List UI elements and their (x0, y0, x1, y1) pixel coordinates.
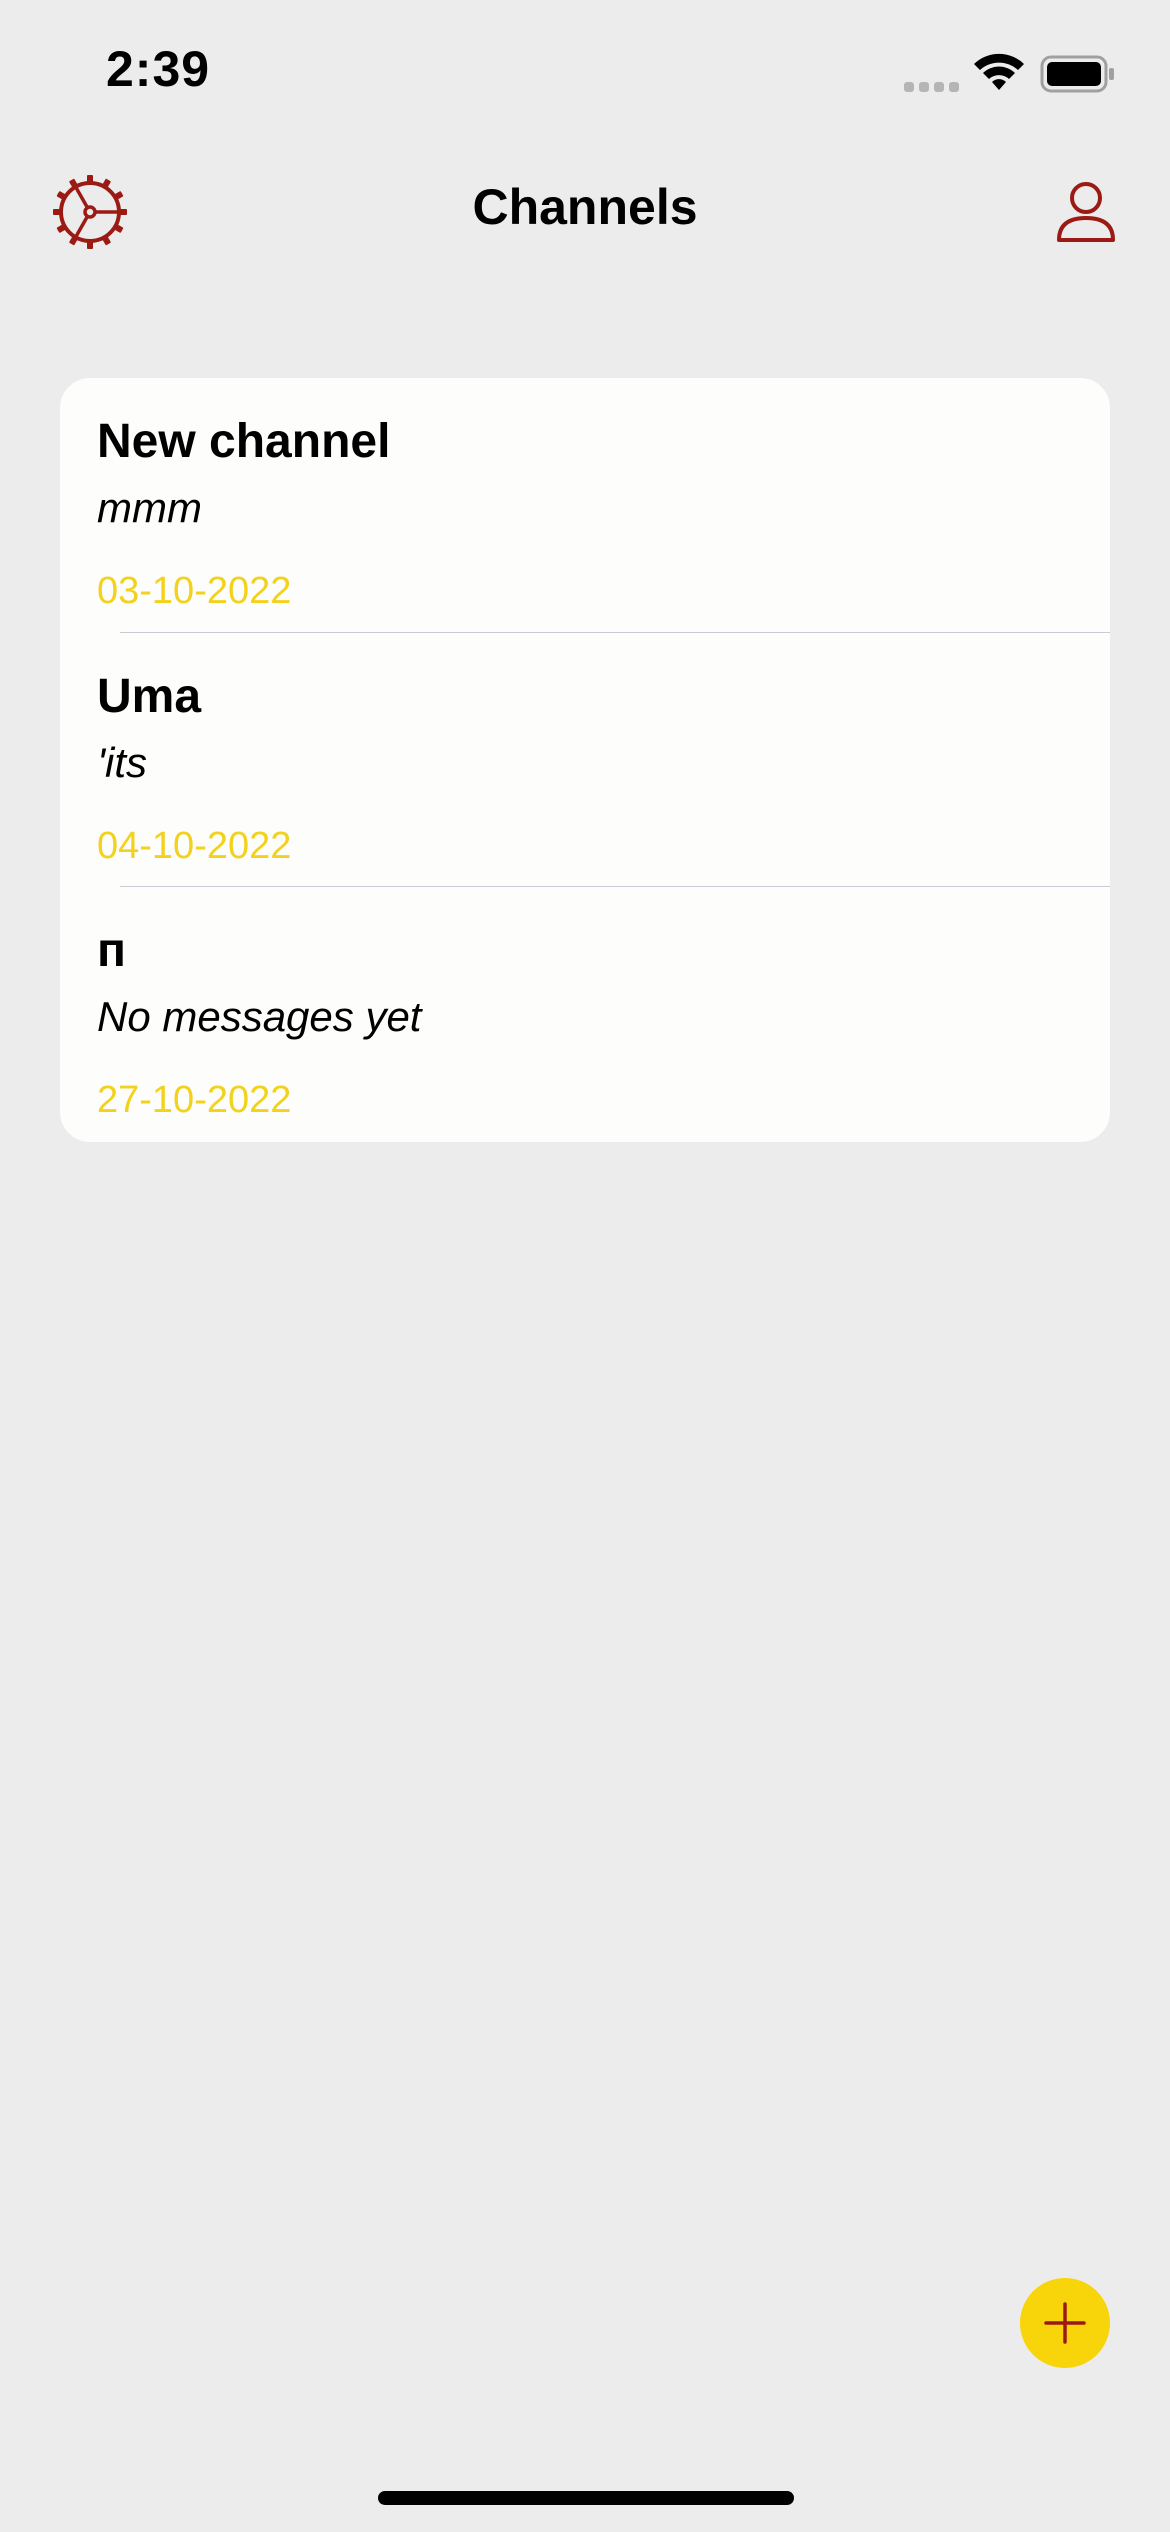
channel-row[interactable]: New channel mmm 03-10-2022 (60, 378, 1110, 632)
status-bar: 2:39 (0, 0, 1170, 140)
channel-row[interactable]: п No messages yet 27-10-2022 (97, 886, 1110, 1140)
page-title: Channels (472, 179, 698, 235)
profile-button[interactable] (1050, 172, 1122, 252)
status-time: 2:39 (106, 41, 211, 97)
plus-icon (1044, 2302, 1086, 2344)
home-indicator[interactable] (378, 2491, 794, 2505)
channel-name: п (97, 924, 126, 977)
channel-last-message: No messages yet (97, 993, 422, 1040)
cellular-signal-icon (904, 82, 959, 92)
add-channel-button[interactable] (1020, 2278, 1110, 2368)
channel-date: 27-10-2022 (97, 1079, 292, 1121)
channel-name: Uma (97, 670, 202, 723)
nav-bar: Channels (0, 160, 1170, 260)
channel-last-message: 'its (97, 739, 148, 786)
channel-last-message: mmm (97, 484, 202, 531)
battery-icon (1040, 55, 1114, 93)
channel-list: New channel mmm 03-10-2022 Uma 'its 04-1… (60, 378, 1110, 1142)
channel-date: 03-10-2022 (97, 570, 292, 612)
channel-date: 04-10-2022 (97, 825, 292, 867)
wifi-icon (974, 53, 1024, 90)
channel-row[interactable]: Uma 'its 04-10-2022 (97, 632, 1110, 886)
channel-name: New channel (97, 415, 391, 468)
person-icon (1057, 182, 1115, 242)
